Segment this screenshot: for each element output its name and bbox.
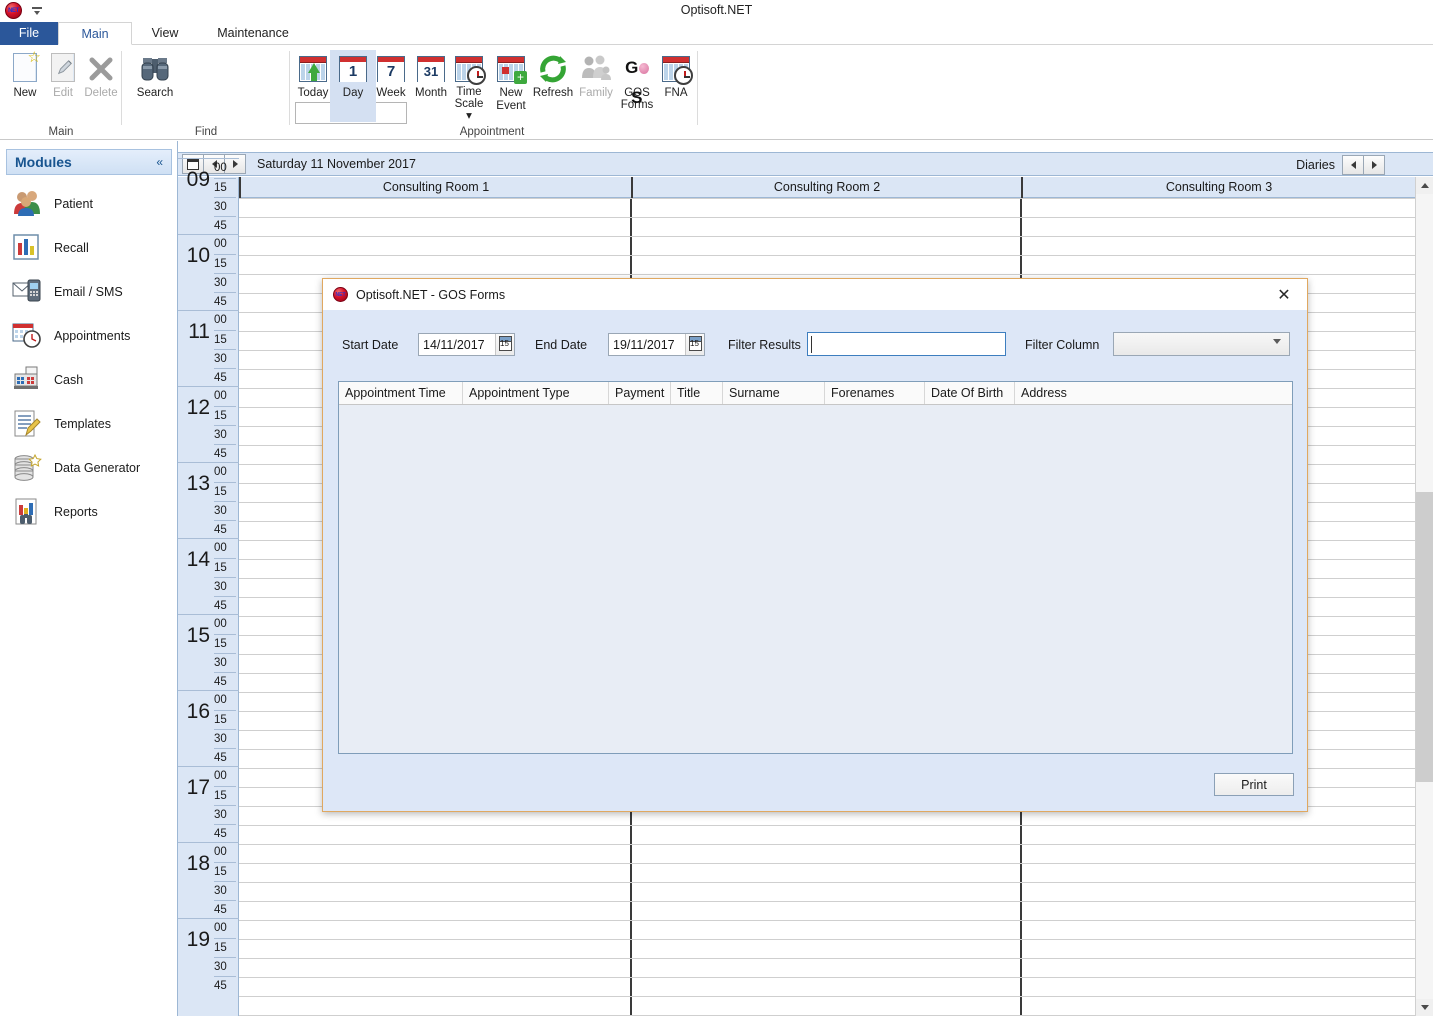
end-date-field[interactable]: 19/11/2017 15 bbox=[608, 333, 705, 356]
calendar-picker-icon[interactable]: 15 bbox=[685, 334, 704, 355]
start-date-field[interactable]: 14/11/2017 15 bbox=[418, 333, 515, 356]
end-date-label: End Date bbox=[535, 338, 588, 352]
gos-results-grid[interactable]: Appointment Time Appointment Type Paymen… bbox=[338, 381, 1293, 754]
start-date-value: 14/11/2017 bbox=[423, 337, 485, 352]
filter-column-select[interactable] bbox=[1113, 332, 1290, 356]
end-date-value: 19/11/2017 bbox=[613, 337, 675, 352]
calendar-picker-icon[interactable]: 15 bbox=[495, 334, 514, 355]
application-window: NET Optisoft.NET File Main View Maintena… bbox=[0, 0, 1433, 1016]
grid-column-date-of-birth[interactable]: Date Of Birth bbox=[925, 382, 1015, 404]
filter-results-label: Filter Results bbox=[728, 338, 801, 352]
print-button[interactable]: Print bbox=[1214, 773, 1294, 796]
grid-column-appointment-type[interactable]: Appointment Type bbox=[463, 382, 609, 404]
grid-rows-area[interactable] bbox=[339, 405, 1292, 753]
grid-column-surname[interactable]: Surname bbox=[723, 382, 825, 404]
filter-results-input[interactable] bbox=[807, 332, 1006, 356]
grid-column-payment[interactable]: Payment bbox=[609, 382, 671, 404]
grid-column-title[interactable]: Title bbox=[671, 382, 723, 404]
chevron-down-icon bbox=[1273, 339, 1281, 344]
grid-column-address[interactable]: Address bbox=[1015, 382, 1292, 404]
tab-main[interactable]: Main bbox=[58, 22, 132, 45]
start-date-label: Start Date bbox=[342, 338, 399, 352]
grid-header-row: Appointment Time Appointment Type Paymen… bbox=[339, 382, 1292, 405]
grid-column-appointment-time[interactable]: Appointment Time bbox=[339, 382, 463, 404]
grid-column-forenames[interactable]: Forenames bbox=[825, 382, 925, 404]
filter-column-label: Filter Column bbox=[1025, 338, 1100, 352]
